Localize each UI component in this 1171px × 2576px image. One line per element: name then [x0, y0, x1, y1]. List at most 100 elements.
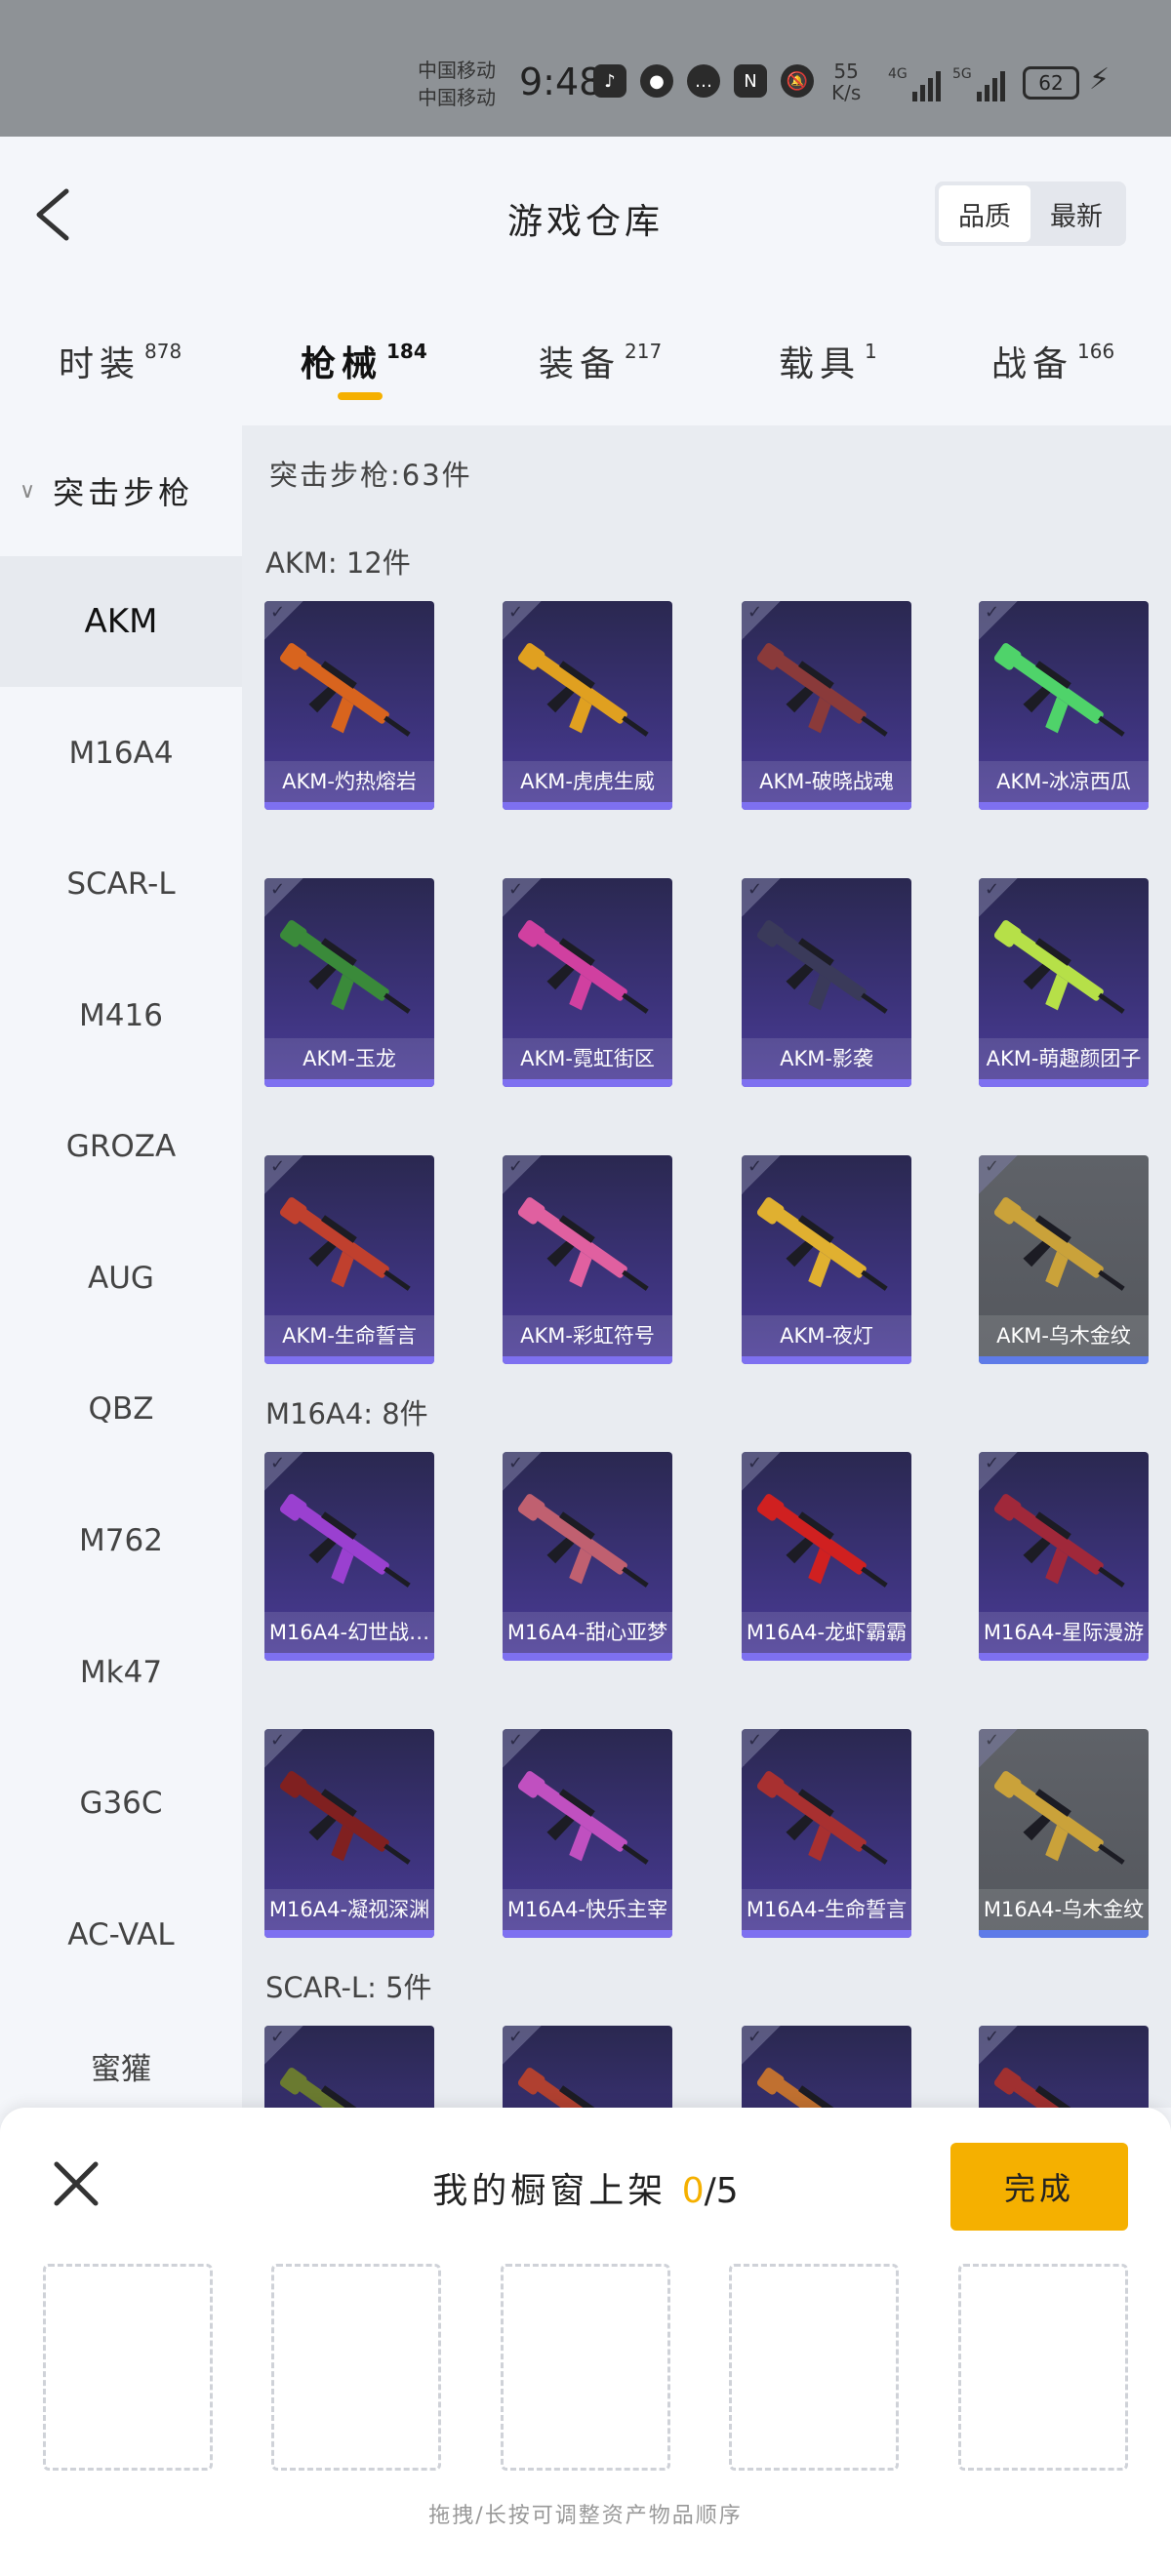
rarity-bar	[503, 1356, 672, 1364]
rarity-bar	[264, 1653, 434, 1661]
rarity-bar	[742, 1930, 911, 1938]
weapon-skin-card[interactable]: M16A4-星际漫游	[979, 1452, 1149, 1661]
chevron-down-icon: ∨	[20, 478, 40, 503]
rifle-icon	[993, 643, 1125, 737]
sidebar-item-qbz[interactable]: QBZ	[0, 1344, 242, 1474]
weapon-skin-card[interactable]: M16A4-乌木金纹	[979, 1729, 1149, 1938]
rifle-icon	[756, 1771, 888, 1865]
weapon-skin-card[interactable]: AKM-破晓战魂	[742, 601, 911, 810]
wechat-icon: ●	[640, 64, 673, 98]
weapon-skin-card[interactable]: M16A4-甜心亚梦	[503, 1452, 672, 1661]
weapon-skin-card[interactable]: AKM-夜灯	[742, 1155, 911, 1364]
sort-toggle: 品质 最新	[935, 181, 1126, 246]
rarity-bar	[979, 1930, 1149, 1938]
weapon-skin-name: AKM-萌趣颜团子	[979, 1038, 1149, 1079]
weapon-skin-card[interactable]: M16A4-生命誓言	[742, 1729, 911, 1938]
weapon-skin-card[interactable]: M16A4-快乐主宰	[503, 1729, 672, 1938]
showcase-slot[interactable]	[43, 2264, 213, 2471]
sidebar-item-mk47[interactable]: Mk47	[0, 1607, 242, 1738]
showcase-slot[interactable]	[958, 2264, 1128, 2471]
weapon-skin-card[interactable]: AKM-霓虹街区	[503, 878, 672, 1087]
rifle-icon	[993, 1494, 1125, 1588]
weapon-skin-card[interactable]: M16A4-龙虾霸霸	[742, 1452, 911, 1661]
sort-quality-button[interactable]: 品质	[939, 185, 1030, 242]
weapon-skin-card[interactable]	[742, 2026, 911, 2108]
tab-equipment[interactable]: 装备 217	[539, 336, 662, 386]
rifle-icon	[279, 920, 411, 1014]
sidebar-item-aug[interactable]: AUG	[0, 1213, 242, 1344]
weapon-skin-card[interactable]: AKM-影袭	[742, 878, 911, 1087]
showcase-title-text: 我的橱窗上架	[432, 2171, 667, 2211]
sidebar-item-akm[interactable]: AKM	[0, 556, 242, 687]
showcase-panel: 我的橱窗上架 0/5 完成 拖拽/长按可调整资产物品顺序	[0, 2108, 1171, 2576]
weapon-skin-name: AKM-夜灯	[742, 1315, 911, 1356]
showcase-slot[interactable]	[729, 2264, 899, 2471]
rifle-icon	[517, 1771, 649, 1865]
category-tabs: 时装 878 枪械 184 装备 217 载具 1 战备 166	[0, 293, 1171, 425]
tab-label: 枪械	[301, 344, 384, 384]
weapon-skin-card[interactable]: AKM-生命誓言	[264, 1155, 434, 1364]
sidebar-category-header[interactable]: ∨ 突击步枪	[0, 425, 242, 556]
rifle-icon	[756, 1494, 888, 1588]
weapon-skin-name: M16A4-乌木金纹	[979, 1889, 1149, 1930]
weapon-skin-name: AKM-乌木金纹	[979, 1315, 1149, 1356]
weapon-skin-name: M16A4-龙虾霸霸	[742, 1612, 911, 1653]
weapon-skin-card[interactable]: M16A4-凝视深渊	[264, 1729, 434, 1938]
weapon-skin-card[interactable]: AKM-彩虹符号	[503, 1155, 672, 1364]
tab-label: 战备	[991, 344, 1074, 384]
charging-icon: ⚡	[1089, 62, 1110, 97]
rarity-bar	[742, 1079, 911, 1087]
weapon-skin-card[interactable]: AKM-冰凉西瓜	[979, 601, 1149, 810]
weapon-skin-name: M16A4-凝视深渊	[264, 1889, 434, 1930]
weapon-skin-card[interactable]: AKM-玉龙	[264, 878, 434, 1087]
signal-4g-icon: 4G	[888, 66, 941, 101]
weapon-skin-card[interactable]	[503, 2026, 672, 2108]
nfc-icon: N	[734, 64, 767, 98]
rarity-bar	[979, 1356, 1149, 1364]
tab-count: 1	[865, 340, 877, 363]
tab-firearms[interactable]: 枪械 184	[301, 336, 427, 386]
rifle-icon	[993, 920, 1125, 1014]
tab-count: 217	[625, 340, 663, 363]
showcase-slot[interactable]	[271, 2264, 441, 2471]
message-icon: …	[687, 64, 720, 98]
weapon-skin-card[interactable]: AKM-灼热熔岩	[264, 601, 434, 810]
tab-count: 184	[386, 340, 427, 363]
sidebar-item-m762[interactable]: M762	[0, 1475, 242, 1606]
weapon-skin-card[interactable]	[979, 2026, 1149, 2108]
sort-newest-button[interactable]: 最新	[1030, 185, 1122, 242]
category-count-title: 突击步枪:63件	[269, 459, 472, 492]
net-speed-unit: K/s	[831, 81, 862, 104]
sidebar-item-m416[interactable]: M416	[0, 950, 242, 1081]
carrier-2: 中国移动	[418, 86, 496, 109]
done-button[interactable]: 完成	[950, 2143, 1128, 2231]
weapon-skin-name: AKM-玉龙	[264, 1038, 434, 1079]
rifle-icon	[756, 1197, 888, 1291]
weapon-skin-name: M16A4-生命誓言	[742, 1889, 911, 1930]
weapon-skin-card[interactable]: AKM-乌木金纹	[979, 1155, 1149, 1364]
signal-5g-icon: 5G	[952, 66, 1005, 101]
sidebar-item-honey-badger[interactable]: 蜜獾	[0, 2000, 242, 2108]
weapon-skin-card[interactable]: AKM-虎虎生威	[503, 601, 672, 810]
rifle-icon	[756, 643, 888, 737]
net-speed-value: 55	[833, 60, 859, 83]
sidebar-item-groza[interactable]: GROZA	[0, 1081, 242, 1212]
weapon-skin-card[interactable]	[264, 2026, 434, 2108]
weapon-skin-card[interactable]: M16A4-幻世战…	[264, 1452, 434, 1661]
sidebar-item-g36c[interactable]: G36C	[0, 1738, 242, 1869]
tab-combat-gear[interactable]: 战备 166	[991, 336, 1114, 386]
weapon-skin-name: AKM-冰凉西瓜	[979, 761, 1149, 802]
tiktok-icon: ♪	[593, 64, 626, 98]
battery-icon: 62	[1023, 66, 1079, 100]
net-speed: 55 K/s	[831, 60, 861, 103]
showcase-slot[interactable]	[501, 2264, 670, 2471]
sidebar-item-m16a4[interactable]: M16A4	[0, 688, 242, 819]
tab-vehicles[interactable]: 载具 1	[779, 336, 877, 386]
tab-fashion[interactable]: 时装 878	[59, 336, 182, 386]
sidebar-item-ac-val[interactable]: AC-VAL	[0, 1870, 242, 2000]
tab-count: 166	[1077, 340, 1115, 363]
tab-label: 载具	[779, 344, 862, 384]
sidebar-item-scar-l[interactable]: SCAR-L	[0, 819, 242, 949]
weapon-type-sidebar: ∨ 突击步枪 AKM M16A4 SCAR-L M416 GROZA AUG Q…	[0, 425, 242, 2108]
weapon-skin-card[interactable]: AKM-萌趣颜团子	[979, 878, 1149, 1087]
